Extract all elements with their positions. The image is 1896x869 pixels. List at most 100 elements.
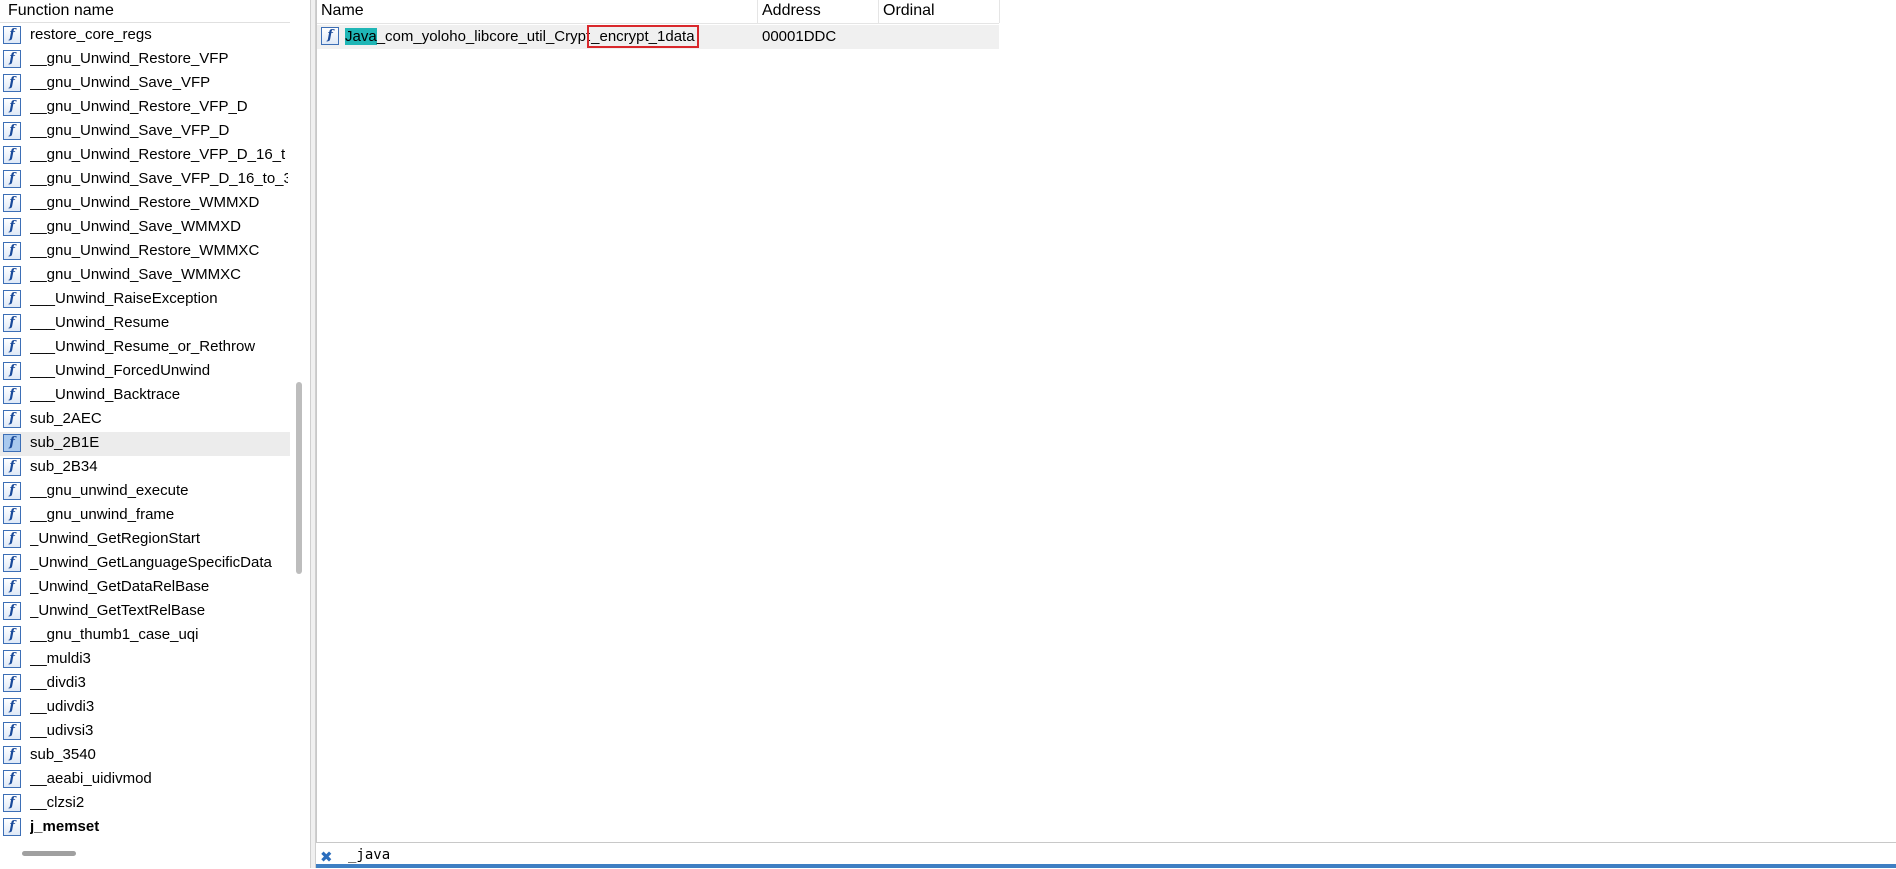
function-icon: f bbox=[3, 266, 21, 284]
function-list-item[interactable]: f __aeabi_uidivmod bbox=[0, 768, 290, 792]
function-list-item-label: __gnu_Unwind_Restore_VFP_D bbox=[30, 98, 248, 115]
function-list-item[interactable]: f __udivdi3 bbox=[0, 696, 290, 720]
function-icon: f bbox=[3, 650, 21, 668]
function-icon: f bbox=[3, 818, 21, 836]
function-list-item-label: j_memset bbox=[30, 818, 100, 835]
function-list-item[interactable]: f __gnu_unwind_frame bbox=[0, 504, 290, 528]
function-list-item-label: __gnu_Unwind_Save_WMMXC bbox=[30, 266, 241, 283]
function-list-item[interactable]: f __gnu_Unwind_Save_VFP_D bbox=[0, 120, 290, 144]
function-list-item-label: __udivsi3 bbox=[30, 722, 94, 739]
function-list-item-label: _Unwind_GetTextRelBase bbox=[30, 602, 206, 619]
function-list-item-label: __aeabi_uidivmod bbox=[30, 770, 152, 787]
function-icon: f bbox=[3, 314, 21, 332]
function-list-item[interactable]: f ___Unwind_Backtrace bbox=[0, 384, 290, 408]
function-list-item-label: ___Unwind_Resume bbox=[30, 314, 170, 331]
function-list-item-label: __gnu_Unwind_Save_VFP bbox=[30, 74, 211, 91]
function-list-item[interactable]: f __gnu_unwind_execute bbox=[0, 480, 290, 504]
function-list-item[interactable]: f __gnu_Unwind_Restore_WMMXD bbox=[0, 192, 290, 216]
function-list-item-label: sub_3540 bbox=[30, 746, 96, 763]
function-list-item[interactable]: f __gnu_thumb1_case_uqi bbox=[0, 624, 290, 648]
function-icon: f bbox=[3, 626, 21, 644]
filter-text[interactable]: _java bbox=[348, 847, 390, 863]
exports-window: Name Address Ordinal f Java_com_yoloho_l… bbox=[316, 0, 1896, 842]
function-list-item[interactable]: f ___Unwind_RaiseException bbox=[0, 288, 290, 312]
function-list-item-label: __gnu_Unwind_Restore_VFP bbox=[30, 50, 229, 67]
function-icon: f bbox=[3, 122, 21, 140]
function-list-item[interactable]: f _Unwind_GetTextRelBase bbox=[0, 600, 290, 624]
function-list-item-label: ___Unwind_Resume_or_Rethrow bbox=[30, 338, 256, 355]
function-icon: f bbox=[3, 770, 21, 788]
function-icon: f bbox=[3, 194, 21, 212]
function-list-item[interactable]: f __gnu_Unwind_Restore_WMMXC bbox=[0, 240, 290, 264]
functions-window: Function name f restore_core_regs f __gnu_U… bbox=[0, 0, 302, 868]
search-match-highlight: Java bbox=[345, 28, 377, 45]
function-list-item[interactable]: f _Unwind_GetRegionStart bbox=[0, 528, 290, 552]
function-list-item[interactable]: f sub_2B1E bbox=[0, 432, 290, 456]
function-icon: f bbox=[3, 74, 21, 92]
function-list-item[interactable]: f _Unwind_GetDataRelBase bbox=[0, 576, 290, 600]
function-list-item[interactable]: f __gnu_Unwind_Save_VFP_D_16_to_3 bbox=[0, 168, 290, 192]
function-icon: f bbox=[3, 578, 21, 596]
function-list-item[interactable]: f sub_3540 bbox=[0, 744, 290, 768]
column-header-address[interactable]: Address bbox=[758, 0, 879, 23]
function-list-item[interactable]: f __gnu_Unwind_Save_VFP bbox=[0, 72, 290, 96]
function-list-item[interactable]: f __gnu_Unwind_Restore_VFP bbox=[0, 48, 290, 72]
function-list-item-label: restore_core_regs bbox=[30, 26, 152, 43]
function-icon: f bbox=[3, 722, 21, 740]
function-list-item-label: __gnu_Unwind_Restore_WMMXD bbox=[30, 194, 260, 211]
status-strip bbox=[316, 864, 1896, 868]
function-list-item-label: __muldi3 bbox=[30, 650, 91, 667]
export-row[interactable]: f Java_com_yoloho_libcore_util_Crypt_enc… bbox=[317, 25, 999, 49]
column-header-ordinal-label: Ordinal bbox=[883, 2, 935, 19]
exports-table-header: Name Address Ordinal bbox=[317, 0, 1000, 24]
function-icon: f bbox=[3, 386, 21, 404]
function-name-column-header[interactable]: Function name bbox=[0, 0, 290, 23]
function-list-item[interactable]: f ___Unwind_Resume_or_Rethrow bbox=[0, 336, 290, 360]
function-list-horizontal-scrollbar[interactable] bbox=[22, 851, 76, 856]
function-list-item[interactable]: f sub_2AEC bbox=[0, 408, 290, 432]
function-list-item[interactable]: f __divdi3 bbox=[0, 672, 290, 696]
function-list-item[interactable]: f __udivsi3 bbox=[0, 720, 290, 744]
function-list-item[interactable]: f j_memset bbox=[0, 816, 290, 840]
function-list-item[interactable]: f __muldi3 bbox=[0, 648, 290, 672]
column-header-name[interactable]: Name bbox=[317, 0, 758, 23]
function-icon: f bbox=[3, 410, 21, 428]
function-list[interactable]: f restore_core_regs f __gnu_Unwind_Restore_… bbox=[0, 24, 290, 844]
function-icon: f bbox=[3, 434, 21, 452]
function-icon: f bbox=[3, 98, 21, 116]
function-list-item[interactable]: f _Unwind_GetLanguageSpecificData bbox=[0, 552, 290, 576]
function-list-item-label: _Unwind_GetDataRelBase bbox=[30, 578, 210, 595]
function-icon: f bbox=[3, 458, 21, 476]
function-list-item[interactable]: f restore_core_regs bbox=[0, 24, 290, 48]
function-list-item-label: __gnu_unwind_frame bbox=[30, 506, 175, 523]
function-icon: f bbox=[3, 482, 21, 500]
function-list-item[interactable]: f ___Unwind_ForcedUnwind bbox=[0, 360, 290, 384]
function-list-item[interactable]: f __gnu_Unwind_Restore_VFP_D_16_t bbox=[0, 144, 290, 168]
function-icon: f bbox=[3, 26, 21, 44]
annotated-name-suffix: _encrypt_1data bbox=[587, 25, 699, 48]
function-list-item-label: __gnu_Unwind_Save_VFP_D bbox=[30, 122, 230, 139]
function-icon: f bbox=[3, 698, 21, 716]
column-header-name-label: Name bbox=[321, 2, 364, 19]
function-list-item[interactable]: f ___Unwind_Resume bbox=[0, 312, 290, 336]
function-list-item[interactable]: f __gnu_Unwind_Save_WMMXD bbox=[0, 216, 290, 240]
export-name-middle: _com_yoloho_libcore_util_Crypt bbox=[376, 28, 591, 45]
function-list-item-label: sub_2B34 bbox=[30, 458, 98, 475]
function-list-item-label: __clzsi2 bbox=[30, 794, 85, 811]
function-list-item-label: __gnu_Unwind_Save_WMMXD bbox=[30, 218, 241, 235]
function-icon: f bbox=[3, 674, 21, 692]
function-list-item[interactable]: f __gnu_Unwind_Restore_VFP_D bbox=[0, 96, 290, 120]
function-list-item-label: ___Unwind_ForcedUnwind bbox=[30, 362, 211, 379]
function-icon: f bbox=[3, 170, 21, 188]
function-list-item-label: __divdi3 bbox=[30, 674, 86, 691]
function-list-item-label: __gnu_Unwind_Save_VFP_D_16_to_3 bbox=[30, 170, 288, 187]
column-header-ordinal[interactable]: Ordinal bbox=[879, 0, 1000, 23]
function-list-item[interactable]: f sub_2B34 bbox=[0, 456, 290, 480]
function-list-item[interactable]: f __gnu_Unwind_Save_WMMXC bbox=[0, 264, 290, 288]
function-list-vertical-scrollbar[interactable] bbox=[296, 382, 302, 574]
function-icon: f bbox=[3, 242, 21, 260]
function-list-item-label: _Unwind_GetRegionStart bbox=[30, 530, 201, 547]
function-icon: f bbox=[3, 602, 21, 620]
function-list-item[interactable]: f __clzsi2 bbox=[0, 792, 290, 816]
export-name: Java_com_yoloho_libcore_util_Crypt_encry… bbox=[345, 25, 699, 49]
